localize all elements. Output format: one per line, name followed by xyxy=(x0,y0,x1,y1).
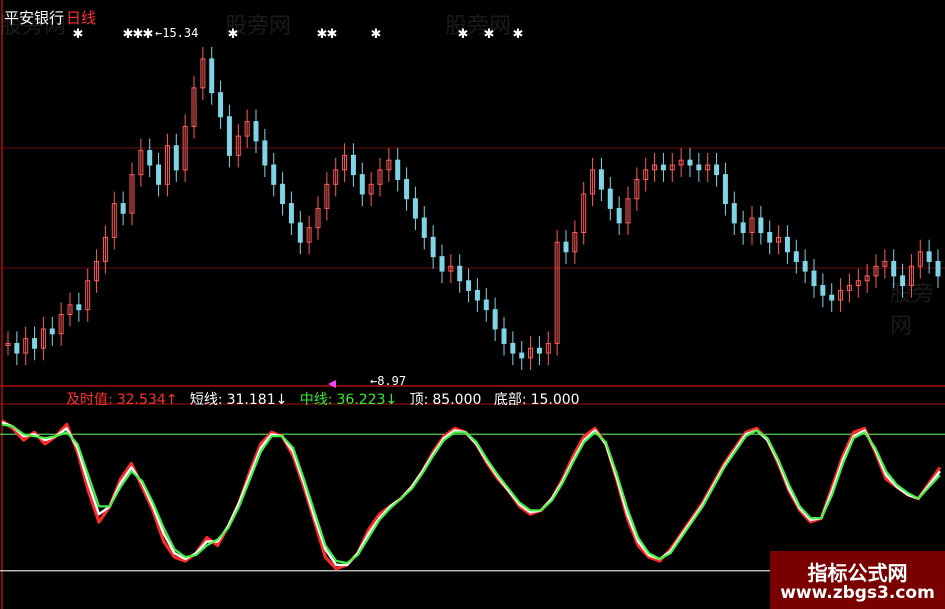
legend-mid: 中线: 36.223↓ xyxy=(299,392,398,408)
candle-body xyxy=(14,342,20,354)
candle-body xyxy=(802,260,808,272)
candle-body xyxy=(616,207,622,224)
candle-body xyxy=(767,232,773,243)
candle-body xyxy=(395,159,401,180)
low-marker-icon xyxy=(328,380,336,388)
candle-body xyxy=(519,352,525,359)
candle-body xyxy=(563,241,569,253)
candle-body xyxy=(173,145,179,171)
candle-body xyxy=(687,159,693,166)
candle-body xyxy=(288,203,294,224)
candle-body xyxy=(359,174,365,195)
candle-body xyxy=(76,304,82,311)
legend-short: 短线: 31.181↓ xyxy=(189,392,288,408)
candle-body xyxy=(793,251,799,262)
signal-star: ✱ xyxy=(143,27,154,42)
candle-body xyxy=(147,150,153,166)
oscillator-line xyxy=(1,423,941,565)
candle-body xyxy=(156,164,162,185)
candle-body xyxy=(510,342,516,354)
candle-body xyxy=(660,164,666,171)
candle-body xyxy=(404,178,410,200)
stock-name: 平安银行 xyxy=(4,9,65,27)
candle-body xyxy=(483,299,489,311)
candle-body xyxy=(474,289,480,301)
candle-body xyxy=(439,256,445,272)
candle-body xyxy=(722,174,728,205)
candle-body xyxy=(714,164,720,176)
candle-body xyxy=(430,236,436,258)
legend-realtime: 及时值: 32.534↑ xyxy=(66,392,178,408)
watermark-line2: www.zbgs3.com xyxy=(780,583,935,603)
candle-body xyxy=(466,280,472,291)
watermark-ghost-text: 股旁网 xyxy=(890,282,935,339)
candle-body xyxy=(731,203,737,224)
candlestick-series xyxy=(5,46,941,370)
signal-star: ✱ xyxy=(327,27,338,42)
candle-body xyxy=(280,183,286,205)
legend-top: 顶: 85.000 xyxy=(409,392,482,408)
candle-body xyxy=(218,92,224,118)
site-watermark: 指标公式网 www.zbgs3.com xyxy=(770,551,945,609)
candle-body xyxy=(696,164,702,171)
candle-body xyxy=(262,140,268,166)
candle-body xyxy=(811,270,817,287)
candle-body xyxy=(598,169,604,190)
watermark-ghost-text: 股旁网 xyxy=(225,14,292,39)
candle-body xyxy=(891,260,897,277)
candle-body xyxy=(350,154,356,176)
watermark-ghost-text: 股旁网 xyxy=(445,14,512,39)
oscillator-line xyxy=(1,419,942,571)
candle-body xyxy=(501,328,507,344)
price-grid xyxy=(0,147,945,269)
candle-body xyxy=(412,198,418,219)
candle-body xyxy=(829,294,835,301)
watermark-line1: 指标公式网 xyxy=(807,561,908,585)
candle-body xyxy=(49,328,55,335)
chart-title: 平安银行 日线 xyxy=(4,7,96,28)
candle-body xyxy=(758,217,764,234)
candle-body xyxy=(253,121,259,142)
candle-body xyxy=(607,188,613,209)
candle-body xyxy=(935,260,941,277)
candle-body xyxy=(492,309,498,330)
legend-bottom: 底部: 15.000 xyxy=(493,392,580,408)
oscillator-line xyxy=(1,421,941,567)
candle-body xyxy=(784,236,790,253)
candle-body xyxy=(926,251,932,262)
period-label: 日线 xyxy=(66,9,97,27)
indicator-legend: 及时值: 32.534↑ 短线: 31.181↓ 中线: 36.223↓ 顶: 85.0… xyxy=(66,389,588,409)
signal-star: ✱ xyxy=(73,27,84,42)
signal-stars: ✱ ✱ ✱ ✱ ✱ ✱ ✱ ✱ ✱ ✱ ✱ xyxy=(73,27,524,388)
candle-body xyxy=(297,222,303,243)
candle-body xyxy=(209,58,215,94)
candle-body xyxy=(820,285,826,296)
candle-body xyxy=(457,265,463,282)
signal-star: ✱ xyxy=(513,27,524,42)
candle-body xyxy=(271,164,277,185)
candle-body xyxy=(740,222,746,234)
candle-body xyxy=(226,116,232,156)
candle-body xyxy=(536,347,542,354)
signal-star: ✱ xyxy=(371,27,382,42)
candle-body xyxy=(421,217,427,238)
low-price-label: ←8.97 xyxy=(370,374,407,388)
candle-body xyxy=(120,203,126,214)
oscillator-panel xyxy=(0,419,945,572)
high-price-label: ←15.34 xyxy=(155,26,199,40)
candle-body xyxy=(32,338,38,349)
chart-canvas: ✱ ✱ ✱ ✱ ✱ ✱ ✱ ✱ ✱ ✱ ✱ xyxy=(0,0,945,609)
